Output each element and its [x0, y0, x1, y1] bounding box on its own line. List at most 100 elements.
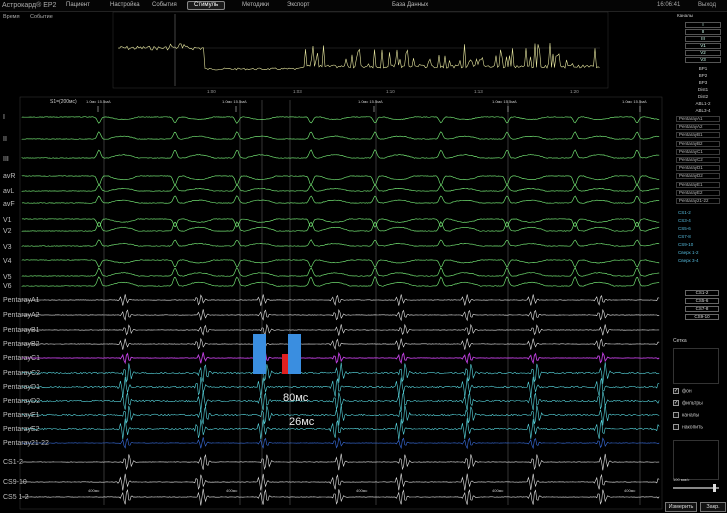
- signal-traces[interactable]: 1:00 1:03 1:10 1:13 1:20: [0, 0, 663, 513]
- overview-tick-label: 1:00: [207, 89, 216, 94]
- interval-label-1: 400мс: [88, 488, 100, 493]
- lead-label-avR: avR: [3, 173, 16, 180]
- lead-label-V1: V1: [3, 217, 12, 224]
- lead-label-V4: V4: [3, 258, 12, 265]
- channel-toggle[interactable]: II: [685, 29, 721, 35]
- lead-label-pentaray-c1: PentarayC1: [3, 355, 40, 362]
- pentaray-channel-item[interactable]: PentarayE1: [676, 181, 720, 188]
- cs-channel-box[interactable]: CS5-6: [685, 298, 719, 304]
- grid-header: Сетка: [673, 338, 687, 344]
- pentaray-channel-item[interactable]: PentarayB1: [676, 132, 720, 139]
- checkbox[interactable]: [673, 412, 679, 418]
- lead-label-pentaray-d2: PentarayD2: [3, 398, 40, 405]
- option-row[interactable]: ✓ фон: [673, 388, 692, 395]
- checkbox[interactable]: [673, 424, 679, 430]
- lead-label-pentaray-e2: PentarayE2: [3, 426, 40, 433]
- stim-label-2: 1.0мс 15.5мА: [222, 99, 247, 104]
- exit-button[interactable]: Выход: [698, 1, 716, 10]
- surface-trace: [21, 131, 660, 140]
- speed-slider-handle[interactable]: [713, 484, 716, 492]
- cs-channel-item[interactable]: CS5-6: [678, 226, 722, 232]
- intracardiac-trace: [21, 362, 660, 384]
- cs-channel-item[interactable]: CS9-10: [678, 242, 722, 248]
- channel-toggle[interactable]: BP2: [685, 73, 721, 79]
- pentaray-channel-item[interactable]: PentarayB2: [676, 140, 720, 147]
- checkbox-label: накопить: [682, 424, 703, 431]
- lead-label-pentaray-b1: PentarayB1: [3, 327, 40, 334]
- cs-channel-box[interactable]: CS1-2: [685, 290, 719, 296]
- surface-trace: [21, 239, 660, 247]
- channel-toggle[interactable]: BP3: [685, 80, 721, 86]
- close-button[interactable]: Закр.: [700, 502, 726, 512]
- intracardiac-trace: [21, 473, 660, 491]
- surface-trace: [21, 267, 660, 277]
- cs-channel-item[interactable]: CS7-8: [678, 234, 722, 240]
- zoom-scale: [673, 440, 719, 480]
- time-grid: [19, 96, 663, 510]
- channel-toggle[interactable]: BP1: [685, 66, 721, 72]
- measurement-bars[interactable]: [253, 334, 301, 374]
- stim-label-5: 1.0мс 15.5мА: [622, 99, 647, 104]
- pentaray-channel-item[interactable]: PentarayD2: [676, 173, 720, 180]
- overview-tick-label: 1:20: [570, 89, 579, 94]
- grid-selector[interactable]: [673, 348, 719, 384]
- pentaray-channel-item[interactable]: PentarayA2: [676, 124, 720, 131]
- surface-trace: [21, 276, 660, 287]
- cs-channel-box[interactable]: CS7-8: [685, 306, 719, 312]
- checkbox[interactable]: ✓: [673, 388, 679, 394]
- option-row[interactable]: каналы: [673, 412, 699, 419]
- lead-label-I: I: [3, 114, 5, 121]
- pentaray-channel-item[interactable]: PentarayC1: [676, 148, 720, 155]
- lead-label-V5: V5: [3, 274, 12, 281]
- surface-trace: [21, 195, 660, 204]
- channel-toggle[interactable]: III: [685, 36, 721, 42]
- pentaray-channel-item[interactable]: PentarayA1: [676, 116, 720, 122]
- channel-toggle[interactable]: I: [685, 22, 721, 28]
- cs-channel-item[interactable]: Сверх 1-2: [678, 250, 722, 256]
- intracardiac-trace: [21, 376, 660, 398]
- pentaray-channel-item[interactable]: Pentaray21-22: [676, 198, 720, 204]
- lead-label-pentaray-d1: PentarayD1: [3, 384, 40, 391]
- measure-bar-blue-1: [253, 334, 266, 374]
- surface-trace: [21, 175, 660, 186]
- cs-channel-item[interactable]: CS3-4: [678, 218, 722, 224]
- lead-label-III: III: [3, 156, 9, 163]
- cs-channel-item[interactable]: Сверх 3-4: [678, 258, 722, 264]
- measurement-80ms: 80мс: [283, 392, 309, 404]
- channels-header: Каналы: [677, 13, 693, 18]
- overview-trend[interactable]: 1:00 1:03 1:10 1:13 1:20: [112, 11, 609, 94]
- channel-toggle[interactable]: V1: [685, 43, 721, 49]
- lead-label-cs5-1-2: CS5 1-2: [3, 494, 29, 501]
- measure-button[interactable]: Измерить: [665, 502, 697, 512]
- cs-channel-box[interactable]: CS9-10: [685, 314, 719, 320]
- checkbox[interactable]: ✓: [673, 400, 679, 406]
- overview-tick-label: 1:03: [293, 89, 302, 94]
- channel-toggle[interactable]: V3: [685, 57, 721, 63]
- stim-label-4: 1.0мс 15.5мА: [492, 99, 517, 104]
- channel-toggle[interactable]: Dist1: [685, 87, 721, 93]
- channel-toggle[interactable]: ABL3-4: [685, 108, 721, 114]
- lead-label-cs9-10: CS9-10: [3, 479, 27, 486]
- lead-label-II: II: [3, 136, 7, 143]
- pentaray-channel-item[interactable]: PentarayC2: [676, 157, 720, 163]
- lead-label-pentaray-21-22: Pentaray21-22: [3, 440, 49, 447]
- channel-toggle[interactable]: ABL1-2: [685, 101, 721, 107]
- surface-trace: [21, 184, 660, 192]
- intracardiac-trace: [21, 404, 660, 426]
- surface-trace: [21, 149, 660, 159]
- trace-frame: [19, 96, 663, 510]
- pentaray-channel-item[interactable]: PentarayE2: [676, 189, 720, 196]
- option-row[interactable]: накопить: [673, 424, 703, 431]
- channel-toggle[interactable]: Dist2: [685, 94, 721, 100]
- option-row[interactable]: ✓ фильтры: [673, 400, 703, 407]
- channel-toggle[interactable]: V2: [685, 50, 721, 56]
- intracardiac-trace: [21, 308, 660, 322]
- checkbox-label: фон: [682, 388, 692, 395]
- cs-channel-item[interactable]: CS1-2: [678, 210, 722, 216]
- pentaray-channel-item[interactable]: PentarayD1: [676, 165, 720, 172]
- interval-label-4: 400мс: [492, 488, 504, 493]
- measure-bar-blue-2: [288, 334, 301, 374]
- surface-trace: [21, 259, 660, 268]
- lead-label-pentaray-e1: PentarayE1: [3, 412, 40, 419]
- lead-label-V2: V2: [3, 228, 12, 235]
